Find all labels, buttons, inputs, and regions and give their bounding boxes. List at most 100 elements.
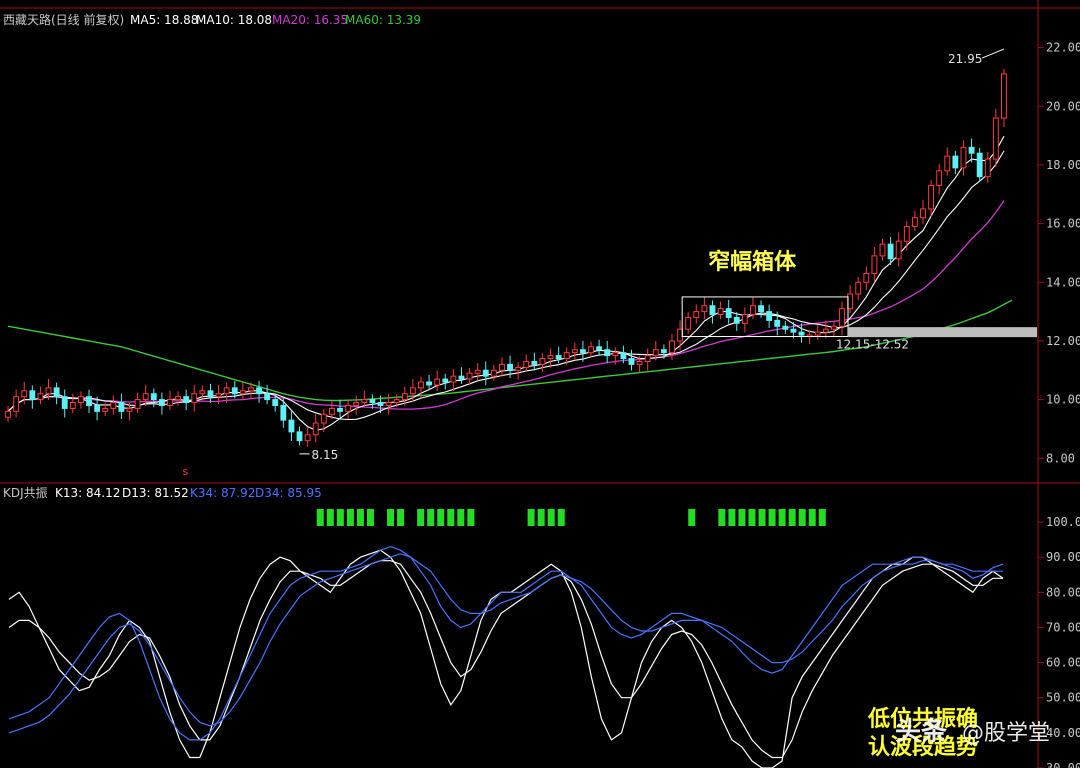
- candle-body: [118, 402, 125, 412]
- ma20-label: MA20: 16.35: [272, 13, 348, 27]
- signal-bar: [818, 509, 826, 526]
- candle-body: [191, 393, 198, 404]
- signal-bar: [738, 509, 746, 526]
- candle-body: [936, 170, 943, 186]
- price-tick-label: 12.00: [1046, 334, 1080, 348]
- signal-bar: [387, 509, 395, 526]
- candle-body: [960, 146, 967, 169]
- watermark-handle: @股学堂: [962, 721, 1050, 746]
- box-label: 窄幅箱体: [708, 249, 797, 275]
- signal-bar: [778, 509, 786, 526]
- candle-body: [77, 396, 84, 404]
- signal-bar: [718, 509, 726, 526]
- kdj-tick-label: 80.00: [1046, 585, 1080, 599]
- candle-body: [903, 226, 910, 242]
- signal-bar: [366, 509, 374, 526]
- candle-body: [790, 328, 797, 333]
- candle-body: [822, 328, 829, 333]
- candle-body: [45, 387, 52, 395]
- candle-body: [499, 363, 505, 371]
- kdj-tick-label: 70.00: [1046, 620, 1080, 634]
- d34-label: D34: 85.95: [255, 486, 322, 500]
- candle-body: [555, 355, 562, 360]
- candle-body: [393, 399, 400, 404]
- signal-bar: [346, 509, 354, 526]
- signal-bar: [467, 509, 475, 526]
- candle-body: [523, 360, 530, 368]
- candlestick: [976, 147, 983, 182]
- candle-body: [167, 399, 173, 406]
- price-tick-label: 18.00: [1046, 158, 1080, 172]
- signal-bar: [768, 509, 776, 526]
- signal-bar: [527, 509, 535, 526]
- low-price-label: 8.15: [312, 448, 339, 462]
- candle-body: [515, 366, 522, 371]
- candle-body: [798, 331, 805, 336]
- candle-body: [928, 184, 935, 210]
- signal-bar: [557, 509, 565, 526]
- price-tick-label: 16.00: [1046, 217, 1080, 231]
- s-marker: s: [183, 465, 189, 478]
- candle-body: [814, 331, 821, 336]
- support-zone-bar: [848, 327, 1037, 338]
- candle-body: [207, 390, 214, 398]
- candle-body: [110, 402, 117, 409]
- signal-bar: [798, 509, 806, 526]
- candle-body: [86, 396, 92, 406]
- candle-body: [474, 369, 481, 374]
- signal-bar: [758, 509, 766, 526]
- signal-bar: [447, 509, 455, 526]
- candle-body: [312, 422, 319, 436]
- candle-body: [320, 413, 327, 424]
- candlestick: [992, 109, 999, 167]
- candle-body: [361, 399, 368, 404]
- candle-body: [142, 393, 149, 401]
- candle-body: [968, 146, 975, 154]
- ma5-label: MA5: 18.88: [130, 13, 198, 27]
- ma60-label: MA60: 13.39: [345, 13, 421, 27]
- candle-body: [620, 352, 627, 360]
- signal-bar: [537, 509, 545, 526]
- candle-body: [353, 402, 360, 406]
- candle-body: [588, 346, 594, 354]
- candle-body: [337, 407, 343, 412]
- candle-body: [280, 404, 287, 421]
- candle-body: [183, 396, 190, 404]
- candle-body: [69, 402, 76, 409]
- candle-body: [733, 316, 740, 324]
- candle-body: [29, 390, 36, 401]
- candle-body: [709, 305, 716, 316]
- candle-body: [264, 393, 271, 401]
- candle-body: [272, 399, 279, 406]
- candle-body: [571, 349, 578, 354]
- candle-body: [879, 243, 886, 257]
- candle-body: [531, 360, 538, 365]
- candle-body: [782, 325, 789, 330]
- signal-bar: [316, 509, 324, 526]
- candle-body: [855, 281, 862, 295]
- candle-body: [53, 387, 60, 398]
- top-panel-title: 西藏天路(日线 前复权): [3, 12, 124, 27]
- candle-body: [750, 305, 756, 316]
- candle-body: [215, 393, 222, 398]
- candle-body: [94, 404, 101, 412]
- candle-body: [871, 255, 878, 274]
- candle-body: [385, 402, 392, 406]
- candle-body: [369, 399, 376, 404]
- candle-body: [5, 410, 11, 418]
- price-tick-label: 10.00: [1046, 393, 1080, 407]
- candle-body: [741, 314, 748, 324]
- candle-body: [758, 305, 764, 313]
- candle-body: [547, 355, 554, 360]
- candle-body: [693, 311, 700, 318]
- candle-body: [102, 407, 109, 412]
- candle-body: [644, 355, 651, 362]
- candle-body: [685, 316, 692, 330]
- kdj-tick-label: 90.00: [1046, 550, 1080, 564]
- k13-label: K13: 84.12: [55, 486, 120, 500]
- candle-body: [328, 407, 335, 415]
- candle-body: [304, 434, 311, 442]
- candle-body: [944, 155, 951, 172]
- range-label: 12.15-12.52: [836, 338, 909, 352]
- candle-body: [134, 399, 141, 409]
